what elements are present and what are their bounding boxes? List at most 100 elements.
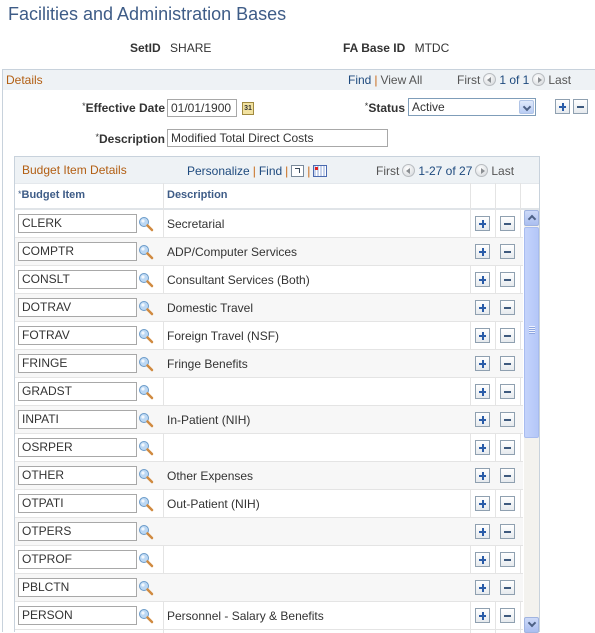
budget-item-description: In-Patient (NIH) [167, 413, 251, 427]
add-row-button[interactable] [555, 99, 570, 114]
lookup-icon[interactable] [138, 244, 154, 260]
prev-arrow-icon[interactable] [483, 73, 497, 86]
grid-scrollbar[interactable] [524, 210, 539, 633]
lookup-icon[interactable] [138, 468, 154, 484]
column-header-budget-item[interactable]: *Budget Item [18, 189, 85, 201]
add-row-button[interactable] [475, 412, 490, 427]
add-row-button[interactable] [475, 580, 490, 595]
lookup-icon[interactable] [138, 608, 154, 624]
column-header-description[interactable]: Description [167, 189, 228, 201]
budget-item-input[interactable]: PERSON [18, 606, 137, 625]
budget-item-description: Other Expenses [167, 469, 254, 483]
budget-item-input[interactable]: GRADST [18, 382, 137, 401]
budget-item-input[interactable]: CONSLT [18, 270, 137, 289]
table-row: PBLCTN [15, 574, 523, 602]
add-row-button[interactable] [475, 384, 490, 399]
budget-item-input[interactable]: INPATI [18, 410, 137, 429]
add-row-button[interactable] [475, 300, 490, 315]
budget-item-input[interactable]: PBLCTN [18, 578, 137, 597]
delete-row-button[interactable] [500, 384, 515, 399]
effective-date-input[interactable]: 01/01/1900 [167, 99, 237, 117]
delete-row-button[interactable] [500, 580, 515, 595]
budget-item-input[interactable]: OTPATI [18, 494, 137, 513]
status-select[interactable]: Active [408, 98, 536, 116]
grid-pager: First 1-27 of 27 Last [376, 164, 514, 178]
budget-item-input[interactable]: OTPERS [18, 522, 137, 541]
lookup-icon[interactable] [138, 440, 154, 456]
details-title: Details [6, 73, 43, 87]
budget-item-input[interactable]: FRINGE [18, 354, 137, 373]
next-arrow-icon[interactable] [532, 73, 546, 86]
lookup-icon[interactable] [138, 328, 154, 344]
delete-row-button[interactable] [500, 468, 515, 483]
add-row-button[interactable] [475, 524, 490, 539]
add-row-button[interactable] [475, 356, 490, 371]
budget-item-input[interactable]: COMPTR [18, 242, 137, 261]
lookup-icon[interactable] [138, 300, 154, 316]
lookup-icon[interactable] [138, 524, 154, 540]
delete-row-button[interactable] [500, 244, 515, 259]
budget-item-description: Foreign Travel (NSF) [167, 329, 280, 343]
add-row-button[interactable] [475, 272, 490, 287]
fa-base-id-field: FA Base ID MTDC [343, 40, 449, 56]
personalize-link[interactable]: Personalize [187, 164, 250, 178]
scroll-thumb[interactable] [524, 227, 539, 438]
delete-row-button[interactable] [500, 440, 515, 455]
scroll-down-icon[interactable] [524, 617, 539, 633]
delete-row-button[interactable] [500, 300, 515, 315]
lookup-icon[interactable] [138, 272, 154, 288]
lookup-icon[interactable] [138, 384, 154, 400]
budget-item-description: Fringe Benefits [167, 357, 248, 371]
add-row-button[interactable] [475, 328, 490, 343]
lookup-icon[interactable] [138, 580, 154, 596]
grid-find-link[interactable]: Find [259, 164, 282, 178]
add-row-button[interactable] [475, 552, 490, 567]
scroll-up-icon[interactable] [524, 210, 539, 226]
add-row-button[interactable] [475, 440, 490, 455]
lookup-icon[interactable] [138, 216, 154, 232]
budget-item-input[interactable]: OSRPER [18, 438, 137, 457]
delete-row-button[interactable] [500, 328, 515, 343]
lookup-icon[interactable] [138, 496, 154, 512]
delete-row-button[interactable] [500, 524, 515, 539]
table-row: CONSLT Consultant Services (Both) [15, 266, 523, 294]
grid-first-label: First [376, 164, 400, 178]
delete-row-button[interactable] [500, 552, 515, 567]
delete-row-button[interactable] [500, 496, 515, 511]
download-spreadsheet-icon[interactable] [313, 165, 328, 177]
budget-item-input[interactable]: OTPROF [18, 550, 137, 569]
lookup-icon[interactable] [138, 412, 154, 428]
prev-arrow-icon[interactable] [402, 164, 416, 177]
details-first-label: First [457, 73, 481, 87]
calendar-icon[interactable]: 31 [242, 102, 254, 115]
table-row: FOTRAV Foreign Travel (NSF) [15, 322, 523, 350]
description-input[interactable]: Modified Total Direct Costs [167, 129, 388, 147]
lookup-icon[interactable] [138, 552, 154, 568]
budget-item-input[interactable]: OTHER [18, 466, 137, 485]
budget-item-input[interactable]: FOTRAV [18, 326, 137, 345]
add-row-button[interactable] [475, 468, 490, 483]
delete-row-button[interactable] [500, 216, 515, 231]
budget-item-input[interactable]: CLERK [18, 214, 137, 233]
delete-row-button[interactable] [500, 608, 515, 623]
next-arrow-icon[interactable] [475, 164, 489, 177]
delete-row-button[interactable] [500, 412, 515, 427]
setid-field: SetID SHARE [130, 40, 211, 56]
budget-item-description: Consultant Services (Both) [167, 273, 310, 287]
details-view-all-link[interactable]: View All [380, 73, 422, 87]
add-row-button[interactable] [475, 216, 490, 231]
view-all-zoom-icon[interactable] [291, 165, 305, 177]
add-row-button[interactable] [475, 244, 490, 259]
details-find-link[interactable]: Find [348, 73, 371, 87]
delete-row-button[interactable] [500, 272, 515, 287]
setid-value: SHARE [170, 41, 212, 55]
budget-item-input[interactable]: DOTRAV [18, 298, 137, 317]
status-label: *Status [364, 101, 405, 115]
table-row: FRINGE Fringe Benefits [15, 350, 523, 378]
delete-row-button[interactable] [500, 356, 515, 371]
delete-row-button[interactable] [573, 99, 588, 114]
chevron-down-icon[interactable] [519, 100, 534, 114]
lookup-icon[interactable] [138, 356, 154, 372]
add-row-button[interactable] [475, 608, 490, 623]
add-row-button[interactable] [475, 496, 490, 511]
